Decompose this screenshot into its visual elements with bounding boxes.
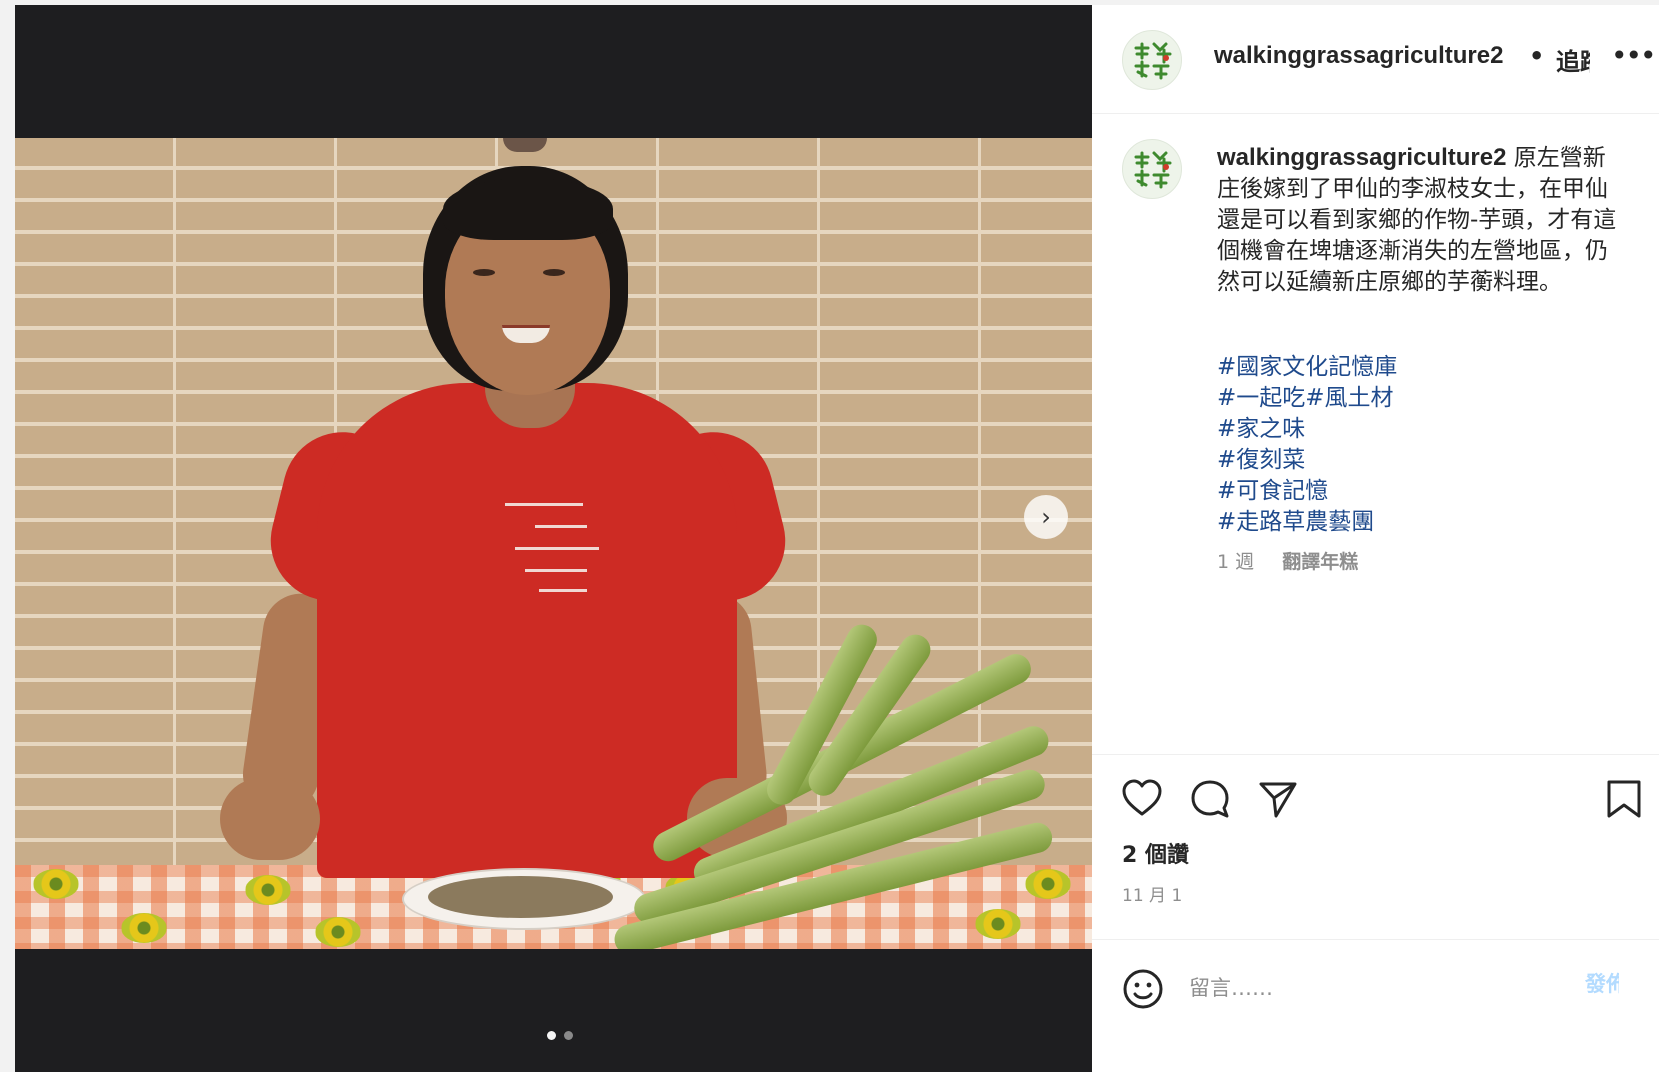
post-details-panel: walkinggrassagriculture2 • 追蹤 ••• walkin…	[1092, 5, 1659, 1072]
comment-bar: 發佈	[1092, 939, 1659, 1073]
follow-button[interactable]: 追蹤	[1556, 42, 1590, 77]
user-avatar[interactable]	[1122, 30, 1182, 90]
post-header: walkinggrassagriculture2 • 追蹤 •••	[1092, 5, 1659, 114]
smiley-icon[interactable]	[1122, 968, 1164, 1010]
hashtag-link[interactable]: #一起吃#風土材	[1217, 383, 1397, 414]
walking-grass-logo	[1134, 151, 1172, 189]
header-username[interactable]: walkinggrassagriculture2	[1214, 42, 1503, 70]
like-count[interactable]: 2 個讚	[1122, 837, 1189, 869]
hashtag-link[interactable]: #家之味	[1217, 414, 1397, 445]
more-options-icon[interactable]: •••	[1611, 39, 1657, 72]
comment-input[interactable]	[1189, 968, 1519, 1008]
carousel-dot-active	[547, 1031, 556, 1040]
post-date: 11 月 1	[1122, 886, 1183, 906]
caption-avatar[interactable]	[1122, 139, 1182, 199]
caption-username[interactable]: walkinggrassagriculture2	[1217, 144, 1506, 171]
hashtag-list: #國家文化記憶庫 #一起吃#風土材 #家之味 #復刻菜 #可食記憶 #走路草農藝…	[1217, 352, 1397, 538]
window-left-edge	[0, 0, 15, 1072]
eye	[473, 269, 495, 276]
shirt-stitch	[539, 589, 587, 592]
paper-plane-icon[interactable]	[1256, 777, 1300, 821]
action-bar: 2 個讚 11 月 1	[1092, 754, 1659, 940]
walking-grass-logo	[1134, 42, 1172, 80]
hashtag-link[interactable]: #復刻菜	[1217, 445, 1397, 476]
hair-fringe	[443, 178, 613, 240]
time-ago: 1 週	[1217, 551, 1255, 573]
hashtag-link[interactable]: #國家文化記憶庫	[1217, 352, 1397, 383]
translate-button[interactable]: 翻譯年糕	[1282, 551, 1358, 573]
post-photo	[15, 138, 1092, 949]
bookmark-icon[interactable]	[1603, 777, 1643, 821]
hashtag-link[interactable]: #走路草農藝團	[1217, 507, 1397, 538]
heart-icon[interactable]	[1120, 777, 1164, 821]
shirt-stitch	[525, 569, 587, 572]
eye	[543, 269, 565, 276]
hashtag-link[interactable]: #可食記憶	[1217, 476, 1397, 507]
shirt-stitch	[535, 525, 587, 528]
chevron-right-icon: ›	[1041, 503, 1051, 531]
carousel-indicator	[547, 1031, 573, 1040]
header-separator: •	[1529, 42, 1545, 70]
caption-section: walkinggrassagriculture2 原左營新庄後嫁到了甲仙的李淑枝…	[1092, 114, 1659, 754]
carousel-dot[interactable]	[564, 1031, 573, 1040]
shirt-stitch	[515, 547, 599, 550]
caption-meta: 1 週 翻譯年糕	[1217, 547, 1358, 574]
comment-bubble-icon[interactable]	[1188, 777, 1232, 821]
red-shirt	[317, 383, 737, 878]
post-comment-button[interactable]: 發佈	[1585, 968, 1619, 998]
carousel-next-button[interactable]: ›	[1024, 495, 1068, 539]
taro-dish	[428, 876, 613, 918]
post-caption: walkinggrassagriculture2 原左營新庄後嫁到了甲仙的李淑枝…	[1217, 142, 1627, 298]
post-media: ›	[15, 5, 1092, 1072]
shirt-stitch	[505, 503, 583, 506]
left-hand	[220, 778, 320, 860]
